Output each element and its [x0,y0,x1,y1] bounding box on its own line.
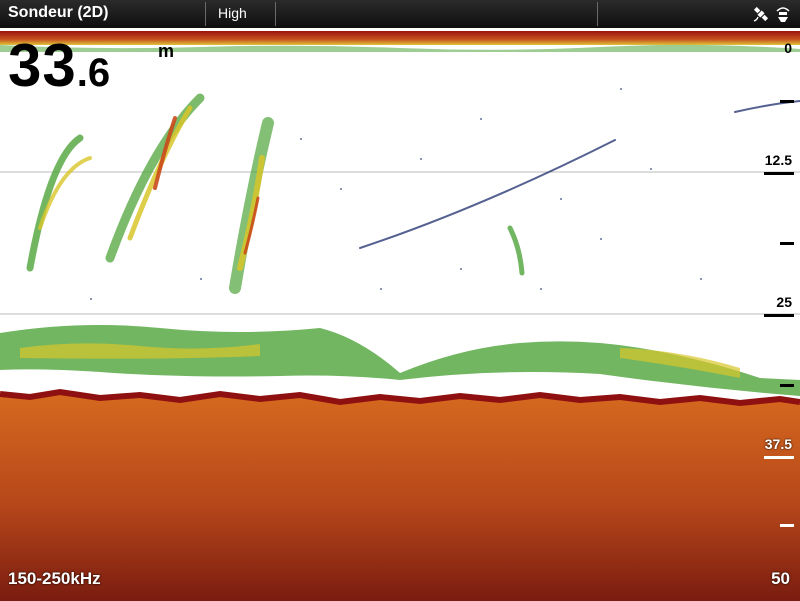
depth-readout: 33.6 m [8,36,174,96]
separator [205,2,206,26]
satellite-icon[interactable] [752,5,770,23]
depth-scale-label: 12.5 [764,152,792,168]
depth-scale-tick [764,456,794,459]
depth-scale-label: 0 [784,40,792,56]
sonar-display[interactable]: 33.6 m 0 12.5 25 37.5 150-250kHz 50 [0,28,800,601]
separator [275,2,276,26]
depth-decimal: .6 [76,51,111,95]
sonar-screen: Sondeur (2D) High 33.6 m 0 12.5 25 37.5 … [0,0,800,601]
depth-scale-tick [764,172,794,175]
sonar-history-view [0,28,800,601]
depth-value: 33 [8,32,77,99]
page-title[interactable]: Sondeur (2D) [8,4,108,22]
depth-scale-tick [780,242,794,245]
depth-scale-tick [780,384,794,387]
depth-range-max: 50 [771,569,790,588]
separator [597,2,598,26]
depth-unit: m [158,41,175,61]
depth-scale-label: 37.5 [764,436,792,452]
depth-scale-tick [780,524,794,527]
frequency-mode-button[interactable]: High [218,5,247,21]
depth-scale-tick [780,100,794,103]
sonar-transducer-icon[interactable] [774,5,792,23]
title-bar: Sondeur (2D) High [0,0,800,29]
frequency-label: 150-250kHz [8,569,101,588]
depth-scale-tick [764,314,794,317]
depth-scale-label: 25 [776,294,792,310]
